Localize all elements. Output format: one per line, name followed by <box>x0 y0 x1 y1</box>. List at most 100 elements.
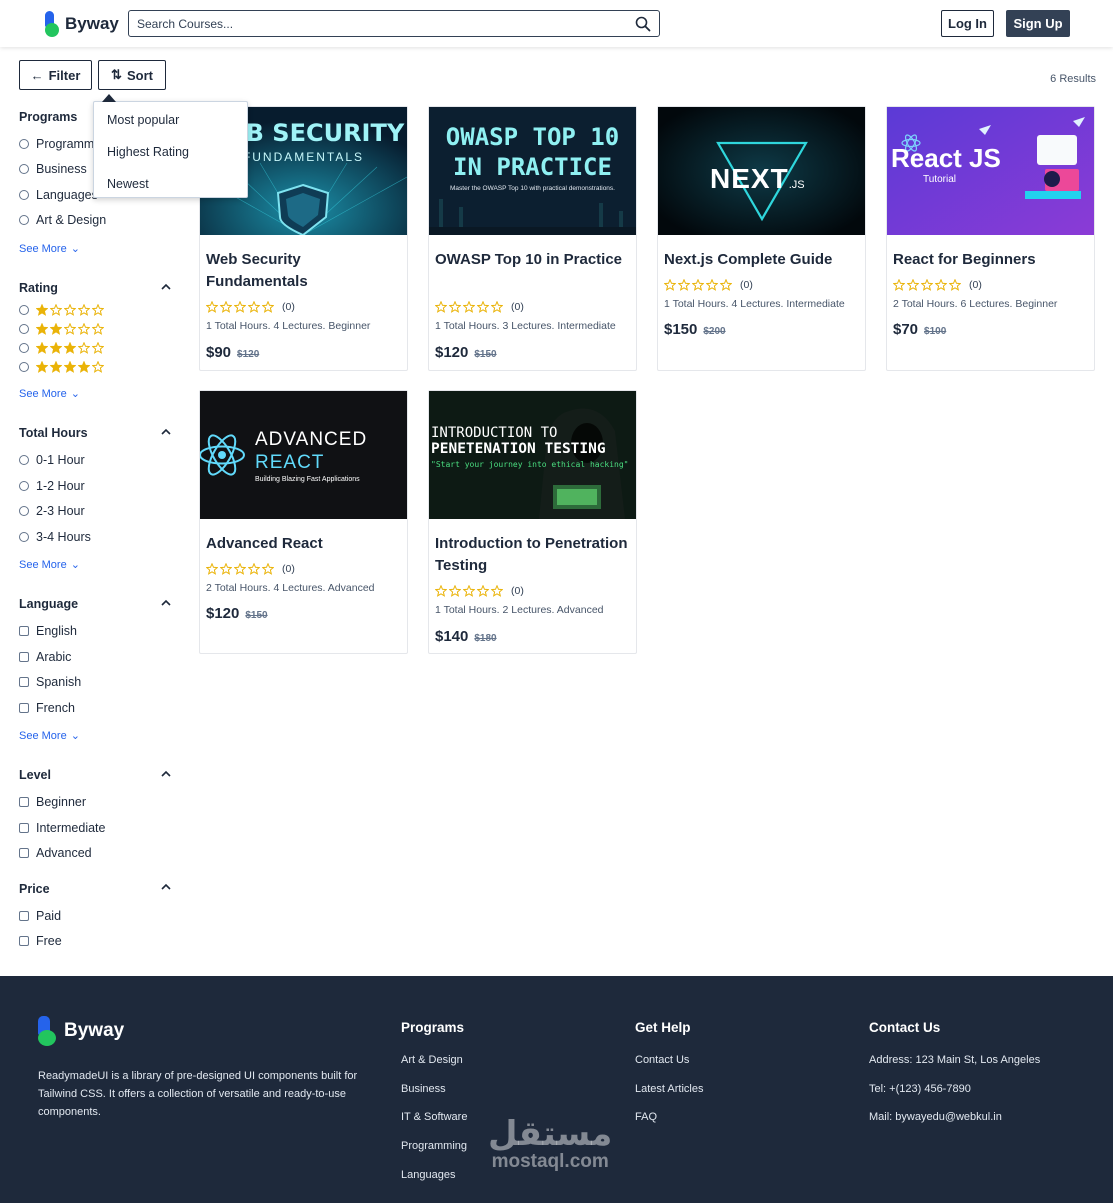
checkbox[interactable] <box>19 823 29 833</box>
course-card[interactable]: NEXT.JS Next.js Complete Guide (0) 1 Tot… <box>657 106 866 371</box>
search-input[interactable] <box>137 16 635 31</box>
footer-link[interactable]: Programming <box>401 1140 467 1152</box>
stars <box>36 361 104 373</box>
course-title[interactable]: Advanced React <box>206 533 402 555</box>
sort-option-popular[interactable]: Most popular <box>107 113 179 127</box>
course-card[interactable]: React JS Tutorial React for Beginners (0… <box>886 106 1095 371</box>
radio[interactable] <box>19 481 29 491</box>
checkbox[interactable] <box>19 677 29 687</box>
price-option[interactable]: Paid <box>19 909 61 923</box>
footer-link[interactable]: FAQ <box>635 1111 657 1123</box>
hours-option[interactable]: 3-4 Hours <box>19 530 91 544</box>
checkbox[interactable] <box>19 911 29 921</box>
footer-link[interactable]: Business <box>401 1083 446 1095</box>
language-see-more[interactable]: See More ⌄ <box>19 729 80 743</box>
checkbox[interactable] <box>19 652 29 662</box>
rating-option-4[interactable] <box>19 361 104 373</box>
rating-option-3[interactable] <box>19 342 104 354</box>
rating-count: (0) <box>511 585 524 597</box>
hours-option[interactable]: 0-1 Hour <box>19 453 85 467</box>
radio[interactable] <box>19 343 29 353</box>
star-empty-icon <box>50 304 62 316</box>
hours-option[interactable]: 1-2 Hour <box>19 479 85 493</box>
footer-link[interactable]: Contact Us <box>635 1054 689 1066</box>
language-option[interactable]: Spanish <box>19 675 81 689</box>
chevron-up-icon[interactable] <box>160 597 172 609</box>
see-more-label: See More <box>19 558 67 571</box>
thumbnail-title: INTRODUCTION TO <box>431 425 558 441</box>
rating-count: (0) <box>511 301 524 313</box>
course-thumbnail[interactable]: INTRODUCTION TO PENETENATION TESTING "St… <box>429 391 636 519</box>
footer-link[interactable]: Languages <box>401 1169 455 1181</box>
language-option[interactable]: English <box>19 624 77 638</box>
radio[interactable] <box>19 164 29 174</box>
course-card[interactable]: ADVANCED REACT Building Blazing Fast App… <box>199 390 408 654</box>
chevron-up-icon[interactable] <box>160 881 172 893</box>
language-option[interactable]: Arabic <box>19 650 71 664</box>
hours-see-more[interactable]: See More ⌄ <box>19 558 80 572</box>
level-option[interactable]: Advanced <box>19 846 92 860</box>
radio[interactable] <box>19 190 29 200</box>
footer-description: ReadymadeUI is a library of pre-designed… <box>38 1070 358 1118</box>
star-empty-icon <box>435 585 447 597</box>
rating-option-2[interactable] <box>19 323 104 335</box>
footer-link[interactable]: Art & Design <box>401 1054 463 1066</box>
chevron-up-icon[interactable] <box>160 768 172 780</box>
radio[interactable] <box>19 532 29 542</box>
price-option[interactable]: Free <box>19 934 62 948</box>
stars <box>206 563 274 575</box>
option-label: Advanced <box>36 846 92 860</box>
checkbox[interactable] <box>19 936 29 946</box>
checkbox[interactable] <box>19 626 29 636</box>
sort-option-newest[interactable]: Newest <box>107 177 149 191</box>
footer-contact-email[interactable]: Mail: bywayedu@webkul.in <box>869 1111 1002 1123</box>
radio[interactable] <box>19 324 29 334</box>
footer-link[interactable]: Latest Articles <box>635 1083 703 1095</box>
radio[interactable] <box>19 362 29 372</box>
brand-logo[interactable]: Byway <box>45 11 119 37</box>
programs-see-more[interactable]: See More ⌄ <box>19 242 80 256</box>
checkbox[interactable] <box>19 797 29 807</box>
course-title[interactable]: Introduction to Penetration Testing <box>435 533 631 577</box>
chevron-up-icon[interactable] <box>160 426 172 438</box>
course-title[interactable]: React for Beginners <box>893 249 1089 271</box>
radio[interactable] <box>19 506 29 516</box>
course-thumbnail[interactable]: NEXT.JS <box>658 107 865 235</box>
program-option[interactable]: Business <box>19 162 87 176</box>
level-option[interactable]: Intermediate <box>19 821 105 835</box>
signup-button[interactable]: Sign Up <box>1006 10 1070 37</box>
language-option[interactable]: French <box>19 701 75 715</box>
level-option[interactable]: Beginner <box>19 795 86 809</box>
program-option[interactable]: Art & Design <box>19 213 106 227</box>
sort-option-rating[interactable]: Highest Rating <box>107 145 189 159</box>
star-empty-icon <box>491 301 503 313</box>
radio[interactable] <box>19 305 29 315</box>
course-title[interactable]: OWASP Top 10 in Practice <box>435 249 631 271</box>
sort-button[interactable]: ⇅ Sort <box>98 60 166 90</box>
option-label: French <box>36 701 75 715</box>
course-thumbnail[interactable]: React JS Tutorial <box>887 107 1094 235</box>
course-card[interactable]: INTRODUCTION TO PENETENATION TESTING "St… <box>428 390 637 654</box>
login-button[interactable]: Log In <box>941 10 994 37</box>
radio[interactable] <box>19 455 29 465</box>
program-option[interactable]: Languages <box>19 188 98 202</box>
rating-see-more[interactable]: See More ⌄ <box>19 387 80 401</box>
footer-link[interactable]: IT & Software <box>401 1111 467 1123</box>
filter-button[interactable]: ← Filter <box>19 60 92 90</box>
course-title[interactable]: Web Security Fundamentals <box>206 249 402 293</box>
checkbox[interactable] <box>19 848 29 858</box>
radio[interactable] <box>19 139 29 149</box>
checkbox[interactable] <box>19 703 29 713</box>
search-icon[interactable] <box>635 16 651 32</box>
rating-heading: Rating <box>19 281 58 295</box>
star-filled-icon <box>64 361 76 373</box>
radio[interactable] <box>19 215 29 225</box>
rating-option-1[interactable] <box>19 304 104 316</box>
chevron-up-icon[interactable] <box>160 281 172 293</box>
course-thumbnail[interactable]: OWASP TOP 10 IN PRACTICE Master the OWAS… <box>429 107 636 235</box>
footer-logo[interactable]: Byway <box>38 1016 124 1046</box>
hours-option[interactable]: 2-3 Hour <box>19 504 85 518</box>
course-card[interactable]: OWASP TOP 10 IN PRACTICE Master the OWAS… <box>428 106 637 371</box>
course-thumbnail[interactable]: ADVANCED REACT Building Blazing Fast App… <box>200 391 407 519</box>
course-title[interactable]: Next.js Complete Guide <box>664 249 860 271</box>
